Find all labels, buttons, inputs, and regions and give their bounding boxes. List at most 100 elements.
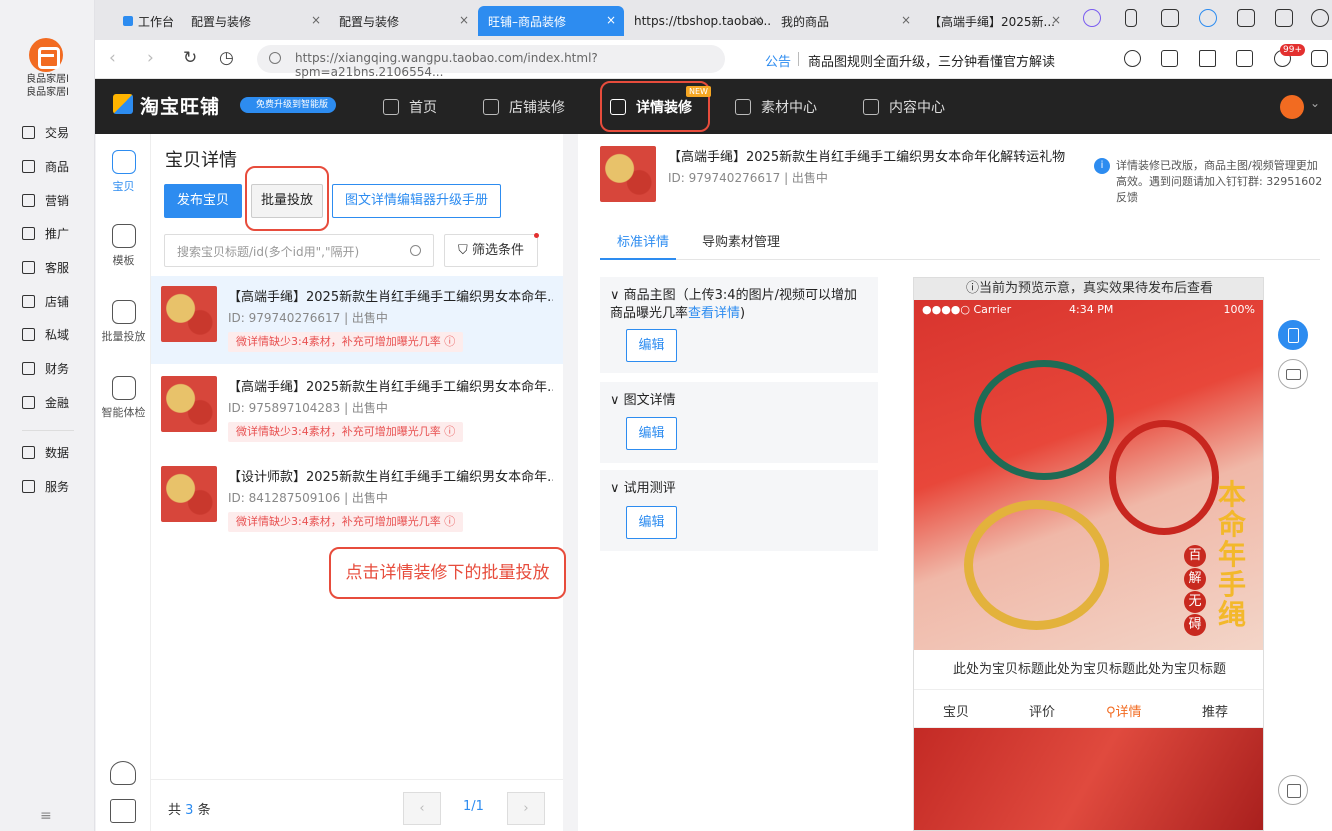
browser-tab[interactable]: 【高端手绳】2025新... × xyxy=(919,6,1069,36)
close-icon[interactable]: × xyxy=(753,13,763,27)
shirt-icon[interactable] xyxy=(1275,9,1293,27)
goods-icon xyxy=(22,159,35,173)
refresh-icon[interactable] xyxy=(1124,50,1141,67)
star-icon[interactable] xyxy=(1199,50,1216,67)
notice-label[interactable]: 公告 xyxy=(765,51,791,70)
grid-icon[interactable] xyxy=(1278,775,1308,805)
store-logo-icon[interactable] xyxy=(29,38,63,72)
url-input[interactable]: https://xiangqing.wangpu.taobao.com/inde… xyxy=(257,45,725,79)
item-warning: 微详情缺少3:4素材，补充可增加曝光几率 ⓘ xyxy=(228,332,464,352)
play-icon xyxy=(863,99,879,115)
publish-item-button[interactable]: 发布宝贝 xyxy=(164,184,242,218)
tab-label: 我的商品 xyxy=(781,14,830,29)
section-title[interactable]: ∨ 试用测评 xyxy=(610,480,860,498)
tab-guide-material[interactable]: 导购素材管理 xyxy=(702,231,780,250)
menu-icon[interactable]: ≡ xyxy=(40,808,52,824)
headset-icon[interactable] xyxy=(110,761,136,785)
sidebar-item-private[interactable]: 私域 xyxy=(22,324,69,344)
browser-tab-active[interactable]: 旺铺–商品装修 × xyxy=(478,6,624,36)
browser-tab[interactable]: 配置与装修 × xyxy=(329,6,477,36)
search-input[interactable]: 搜索宝贝标题/id(多个id用","隔开) xyxy=(164,234,434,267)
close-icon[interactable]: × xyxy=(606,13,616,27)
reload-icon[interactable]: ↻ xyxy=(183,49,197,67)
sidebar-item-services[interactable]: 服务 xyxy=(22,476,69,496)
close-icon[interactable]: × xyxy=(1051,13,1061,27)
close-icon[interactable]: × xyxy=(459,13,469,27)
tool-items[interactable]: 宝贝 xyxy=(96,150,151,194)
editor-manual-button[interactable]: 图文详情编辑器升级手册 xyxy=(332,184,501,218)
chat-icon[interactable] xyxy=(1311,50,1328,67)
nav-content-center[interactable]: 内容中心 xyxy=(863,96,945,118)
tab-standard-detail[interactable]: 标准详情 xyxy=(617,231,669,250)
sidebar-item-banking[interactable]: 金融 xyxy=(22,392,69,412)
sidebar-item-trade[interactable]: 交易 xyxy=(22,122,69,142)
sidebar-item-service[interactable]: 客服 xyxy=(22,257,69,277)
prev-page-button[interactable]: ‹ xyxy=(403,792,441,825)
folder-icon[interactable] xyxy=(1236,50,1253,67)
history-icon[interactable]: ◷ xyxy=(219,49,234,67)
checklist-icon xyxy=(111,300,136,324)
search-icon[interactable] xyxy=(410,245,421,256)
bracelet-green xyxy=(974,360,1114,480)
phone-tab-detail[interactable]: ⚲详情 xyxy=(1106,701,1142,720)
tool-smart-check[interactable]: 智能体检 xyxy=(96,376,151,420)
sidebar-item-promotion[interactable]: 推广 xyxy=(22,223,69,243)
phone-tab-reviews[interactable]: 评价 xyxy=(1029,701,1055,720)
section-title[interactable]: ∨ 图文详情 xyxy=(610,392,860,410)
browser-tab[interactable]: 配置与装修 × xyxy=(181,6,329,36)
section-title[interactable]: ∨ 商品主图（上传3:4的图片/视频可以增加商品曝光几率查看详情) xyxy=(610,287,860,323)
phone-tab-item[interactable]: 宝贝 xyxy=(943,701,969,720)
list-item[interactable]: 【高端手绳】2025新款生肖红手绳手工编织男女本命年... ID: 979740… xyxy=(151,276,563,364)
nav-material-center[interactable]: 素材中心 xyxy=(735,96,817,118)
edit-rich-detail-button[interactable]: 编辑 xyxy=(626,417,677,450)
notice-text[interactable]: 商品图规则全面升级，三分钟看懂官方解读 xyxy=(808,51,1055,70)
edit-trial-review-button[interactable]: 编辑 xyxy=(626,506,677,539)
item-title: 【高端手绳】2025新款生肖红手绳手工编织男女本命年... xyxy=(228,380,553,395)
nav-detail-decor[interactable]: 详情装修 xyxy=(610,96,692,118)
list-item[interactable]: 【高端手绳】2025新款生肖红手绳手工编织男女本命年... ID: 975897… xyxy=(151,366,563,454)
notes-icon[interactable] xyxy=(1161,9,1179,27)
mobile-view-button[interactable] xyxy=(1278,320,1308,350)
nav-shop-decor[interactable]: 店铺装修 xyxy=(483,96,565,118)
filter-button[interactable]: ⛉ 筛选条件 xyxy=(444,233,539,267)
copy-icon[interactable] xyxy=(1161,50,1178,67)
promo-badges: 百 解 无 碍 xyxy=(1184,545,1206,637)
sidebar-item-store[interactable]: 店铺 xyxy=(22,291,69,311)
close-icon[interactable]: × xyxy=(311,13,321,27)
edit-icon[interactable] xyxy=(110,799,136,823)
assistant-icon[interactable] xyxy=(1083,9,1101,27)
edit-main-image-button[interactable]: 编辑 xyxy=(626,329,677,362)
forward-icon[interactable]: › xyxy=(147,49,154,67)
phone-icon[interactable] xyxy=(1125,9,1137,27)
settings-icon[interactable] xyxy=(1311,9,1329,27)
nav-home[interactable]: 首页 xyxy=(383,96,437,118)
sidebar-item-marketing[interactable]: 营销 xyxy=(22,190,69,210)
edit-icon[interactable] xyxy=(1237,9,1255,27)
avatar[interactable] xyxy=(1280,95,1304,119)
tool-batch[interactable]: 批量投放 xyxy=(96,300,151,344)
bag-icon xyxy=(22,395,35,409)
item-thumbnail xyxy=(161,286,217,342)
close-icon[interactable]: × xyxy=(901,13,911,27)
item-title: 【设计师款】2025新款生肖红手绳手工编织男女本命年... xyxy=(228,470,553,485)
list-item[interactable]: 【设计师款】2025新款生肖红手绳手工编织男女本命年... ID: 841287… xyxy=(151,456,563,544)
browser-tab[interactable]: 我的商品 × xyxy=(771,6,919,36)
promo-badge: 碍 xyxy=(1184,614,1206,636)
browser-tab[interactable]: https://tbshop.taobao... × xyxy=(624,6,771,36)
sidebar-item-goods[interactable]: 商品 xyxy=(22,156,69,176)
next-page-button[interactable]: › xyxy=(507,792,545,825)
profile-icon[interactable] xyxy=(1199,9,1217,27)
back-icon[interactable]: ‹ xyxy=(109,49,116,67)
chevron-down-icon[interactable]: ⌄ xyxy=(1310,96,1320,110)
desktop-view-button[interactable] xyxy=(1278,359,1308,389)
phone-tab-recommend[interactable]: 推荐 xyxy=(1202,701,1228,720)
batch-deploy-button[interactable]: 批量投放 xyxy=(251,184,323,218)
info-icon: i xyxy=(1094,158,1110,174)
tool-templates[interactable]: 模板 xyxy=(96,224,151,268)
pulse-icon xyxy=(111,376,136,400)
sidebar-item-data[interactable]: 数据 xyxy=(22,442,69,462)
sidebar-item-finance[interactable]: 财务 xyxy=(22,358,69,378)
upgrade-badge[interactable]: 免费升级到智能版 xyxy=(240,97,337,113)
sidebar-item-label: 数据 xyxy=(45,445,70,460)
view-details-link[interactable]: 查看详情 xyxy=(688,306,740,321)
